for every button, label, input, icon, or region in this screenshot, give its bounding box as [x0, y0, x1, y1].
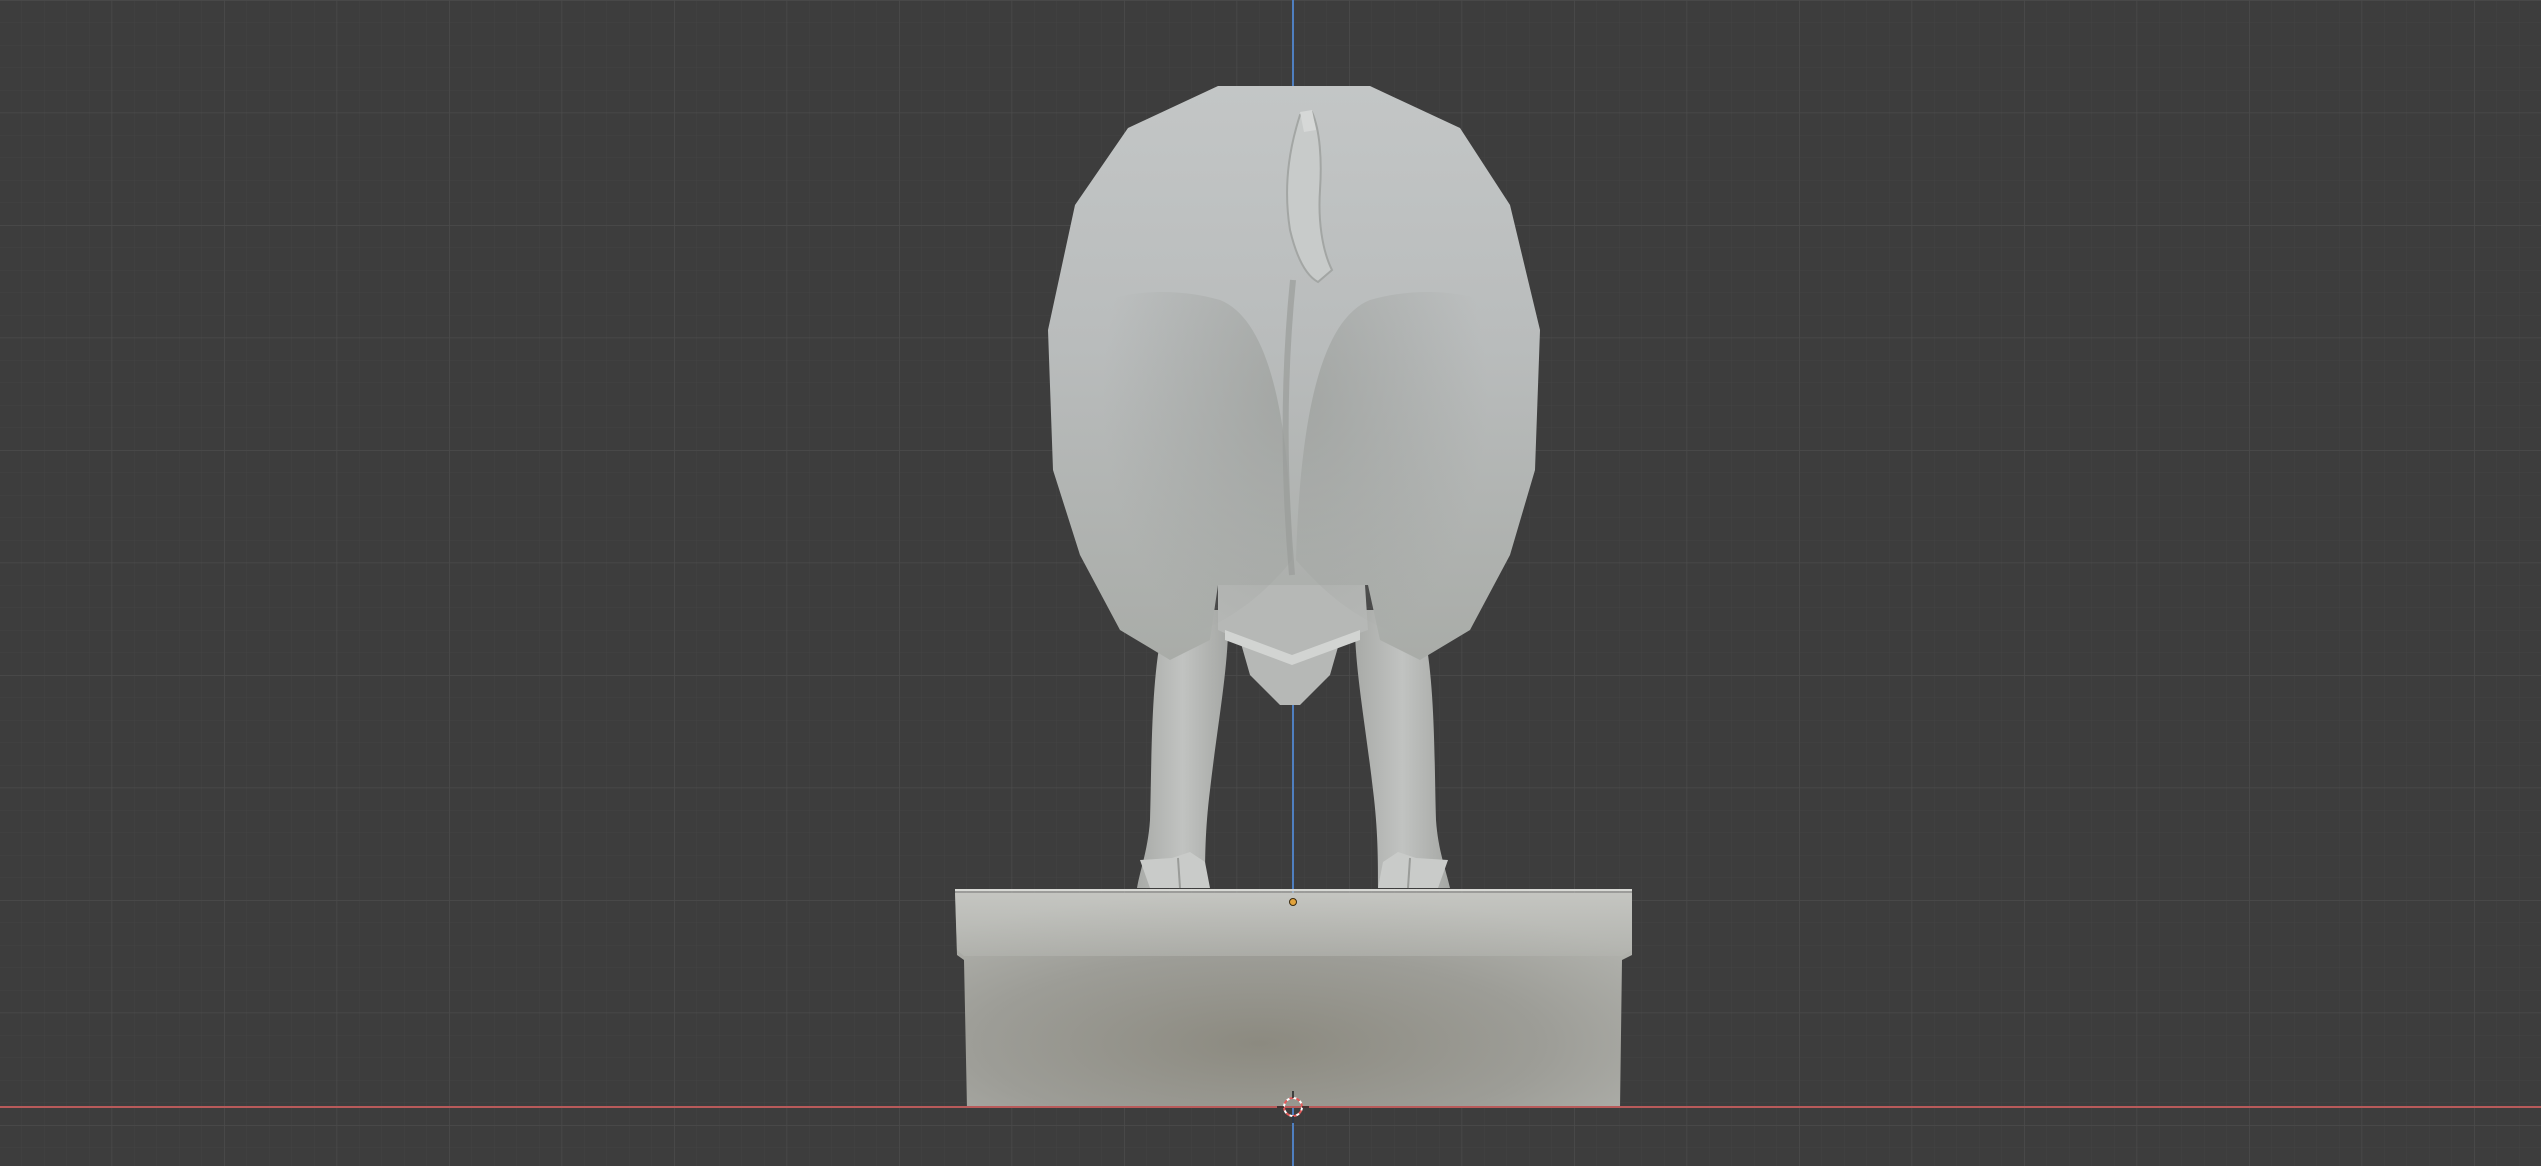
pedestal-model[interactable]	[955, 889, 1632, 1108]
3d-viewport[interactable]	[0, 0, 2541, 1166]
object-origin-marker[interactable]	[1289, 898, 1297, 906]
viewport-scene[interactable]	[0, 0, 2541, 1166]
